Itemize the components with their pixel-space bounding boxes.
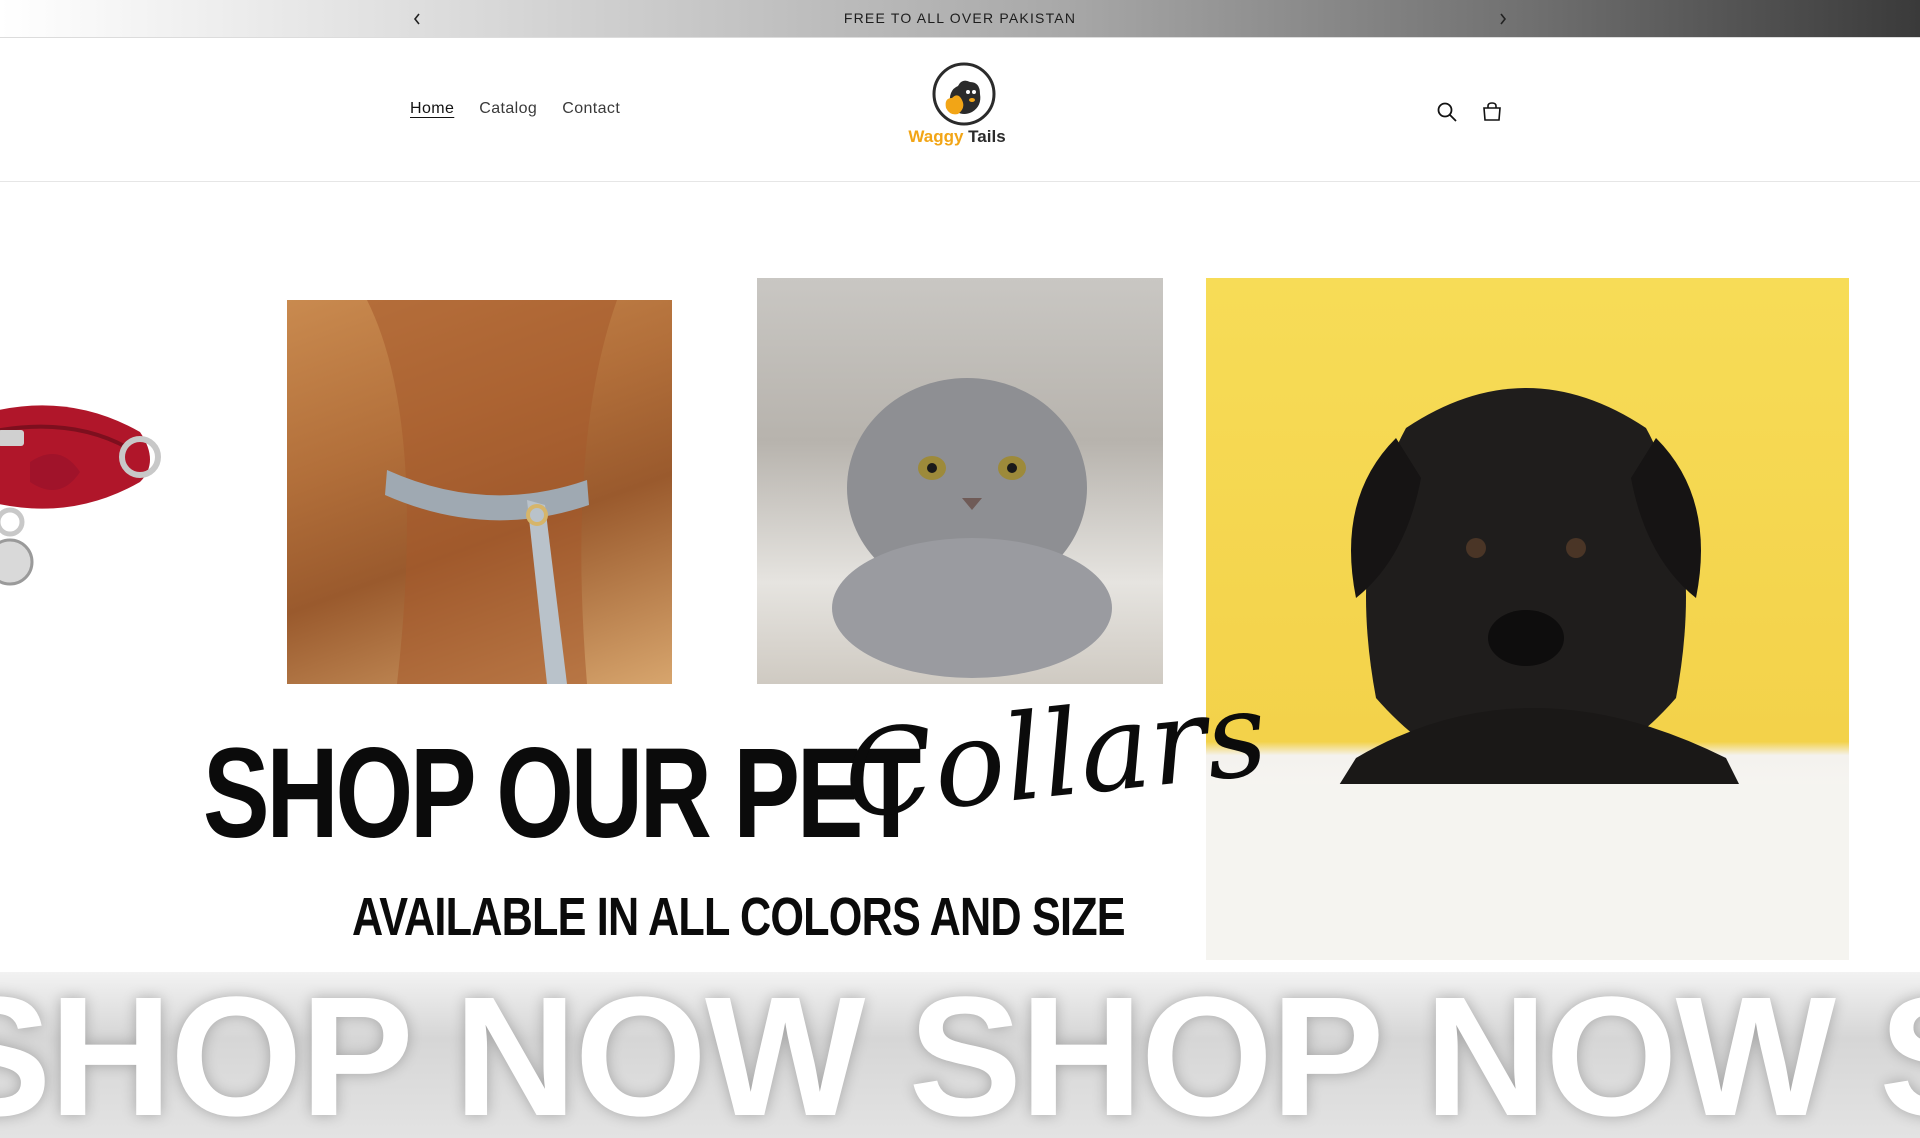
pet-logo-icon	[932, 62, 996, 126]
cat-photo	[757, 278, 1163, 684]
hero-title: SHOP OUR PET	[203, 722, 921, 865]
logo-wordmark: Waggy Tails	[900, 127, 1014, 147]
announcement-prev-button[interactable]	[405, 7, 429, 31]
site-logo[interactable]: Waggy Tails	[900, 62, 1014, 158]
nav-catalog[interactable]: Catalog	[479, 100, 537, 118]
announcement-next-button[interactable]	[1491, 7, 1515, 31]
chevron-left-icon	[413, 13, 420, 25]
shop-now-marquee[interactable]: SHOP NOW SHOP NOW SHOP NOW SHOP NOW	[0, 972, 1920, 1138]
hero-subtitle: AVAILABLE IN ALL COLORS AND SIZE	[352, 887, 1126, 947]
search-button[interactable]	[1433, 98, 1461, 126]
puppy-photo	[1206, 278, 1849, 960]
cart-icon	[1483, 102, 1501, 121]
red-collar-image	[0, 405, 161, 586]
logo-word-waggy: Waggy	[908, 127, 964, 146]
site-header: Home Catalog Contact Waggy Tails	[0, 38, 1920, 182]
dog-collar-photo	[287, 300, 672, 684]
hero-banner[interactable]: SHOP OUR PET Collars AVAILABLE IN ALL CO…	[0, 182, 1920, 1138]
chevron-right-icon	[1500, 13, 1507, 25]
announcement-message: FREE TO ALL OVER PAKISTAN	[843, 10, 1077, 26]
nav-home[interactable]: Home	[410, 100, 454, 118]
main-nav: Home Catalog Contact	[410, 100, 620, 118]
logo-word-tails: Tails	[968, 127, 1006, 146]
announcement-bar: FREE TO ALL OVER PAKISTAN	[0, 0, 1920, 38]
nav-contact[interactable]: Contact	[562, 100, 620, 118]
search-icon	[1437, 102, 1457, 122]
marquee-text: SHOP NOW SHOP NOW SHOP NOW SHOP NOW	[0, 972, 1920, 1138]
cart-button[interactable]	[1478, 98, 1506, 126]
